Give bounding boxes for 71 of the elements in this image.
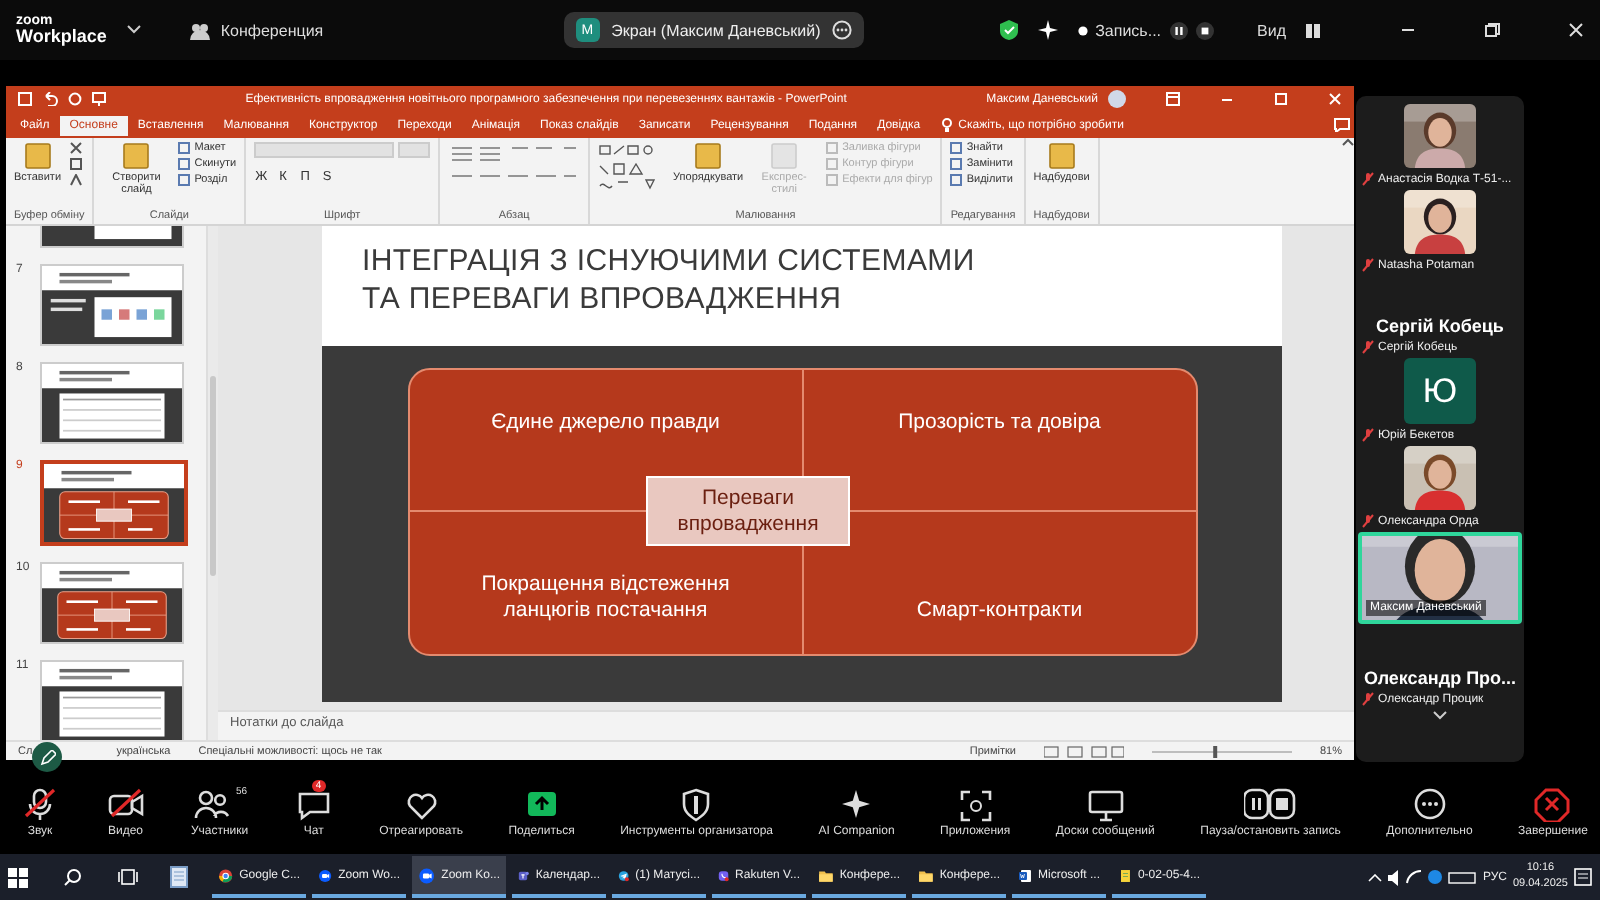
wifi-icon xyxy=(1406,870,1423,884)
cut-icon xyxy=(69,142,82,154)
more-icon xyxy=(1409,786,1450,822)
brush-icon xyxy=(69,174,82,186)
maximize-icon xyxy=(1274,92,1288,106)
zoom-slider[interactable] xyxy=(1151,745,1292,757)
speaker-icon xyxy=(1388,869,1401,885)
tool-icon xyxy=(694,142,723,170)
chevron-up-icon xyxy=(1368,873,1383,881)
sparkle-icon xyxy=(1037,20,1058,40)
muted-mic-icon xyxy=(1362,340,1374,354)
chevron-icon xyxy=(1432,710,1448,720)
muted-mic-icon xyxy=(1362,172,1374,186)
maximize-icon xyxy=(1484,22,1500,38)
muted-mic-icon xyxy=(1362,258,1374,272)
center-label: Переваги впровадження xyxy=(646,476,850,546)
benefit-text: Єдине джерело правди xyxy=(491,410,720,437)
avatar: Ю xyxy=(1404,358,1476,424)
avatar-icon xyxy=(1108,90,1126,108)
collapse-icon xyxy=(1342,138,1354,146)
close-icon xyxy=(1568,22,1584,38)
copy-icon xyxy=(69,158,82,170)
benefit-text: Смарт-контракти xyxy=(916,597,1083,624)
stop-icon xyxy=(1195,21,1214,39)
redo-icon xyxy=(68,92,82,106)
participant-display-name: Сергій Кобець xyxy=(1376,314,1504,336)
search-icon xyxy=(64,868,82,886)
muted-mic-icon xyxy=(1362,428,1374,442)
undo-icon xyxy=(42,92,58,106)
end-icon xyxy=(1532,786,1573,822)
ribbon-options-icon xyxy=(1166,92,1180,106)
tool-icon xyxy=(23,142,52,170)
scrollbar[interactable] xyxy=(206,226,218,740)
save-icon xyxy=(18,92,32,106)
pen-icon xyxy=(39,749,55,765)
notifications-icon xyxy=(1574,868,1592,886)
comments-icon xyxy=(1334,118,1350,132)
slideshow-icon xyxy=(92,92,106,106)
slide-title: ІНТЕГРАЦІЯ З ІСНУЮЧИМИ СИСТЕМАМИ xyxy=(362,246,977,279)
view-button[interactable]: Вид xyxy=(1257,21,1286,39)
logo-text: Workplace xyxy=(16,28,107,46)
chevron-icon xyxy=(126,24,143,36)
notepad-icon xyxy=(170,866,188,888)
recording-status: Запись... xyxy=(1095,21,1162,39)
apps-icon xyxy=(955,786,996,822)
people-icon xyxy=(190,21,211,39)
benefit-text: Покращення відстеження ланцюгів постачання xyxy=(479,571,732,624)
start-icon xyxy=(8,867,28,887)
muted-mic-icon xyxy=(1362,514,1374,528)
record-icon xyxy=(1077,25,1088,35)
cloud-icon xyxy=(1428,870,1443,884)
layout-icon xyxy=(1306,23,1320,37)
pause-icon xyxy=(1244,786,1297,822)
slide-thumbnail[interactable] xyxy=(40,460,188,546)
tool-icon xyxy=(1047,142,1076,170)
keyboard-icon xyxy=(1448,871,1477,883)
slide-title: ТА ПЕРЕВАГИ ВПРОВАДЖЕННЯ xyxy=(362,283,844,316)
pause-icon xyxy=(1169,21,1188,39)
more-icon xyxy=(832,20,853,40)
participant-display-name: Олександр Про... xyxy=(1363,666,1517,688)
lightbulb-icon xyxy=(942,118,953,132)
people-icon xyxy=(192,786,233,822)
close-icon xyxy=(1328,92,1342,106)
view-icons xyxy=(1043,745,1124,757)
muted-mic-icon xyxy=(1362,692,1374,706)
task-view-icon xyxy=(118,868,138,886)
tool-icon xyxy=(122,142,151,170)
board-icon xyxy=(1085,786,1126,822)
benefit-text: Прозорість та довіра xyxy=(898,410,1101,437)
meeting-title: Конференция xyxy=(220,21,324,39)
shield-icon xyxy=(999,20,1018,40)
